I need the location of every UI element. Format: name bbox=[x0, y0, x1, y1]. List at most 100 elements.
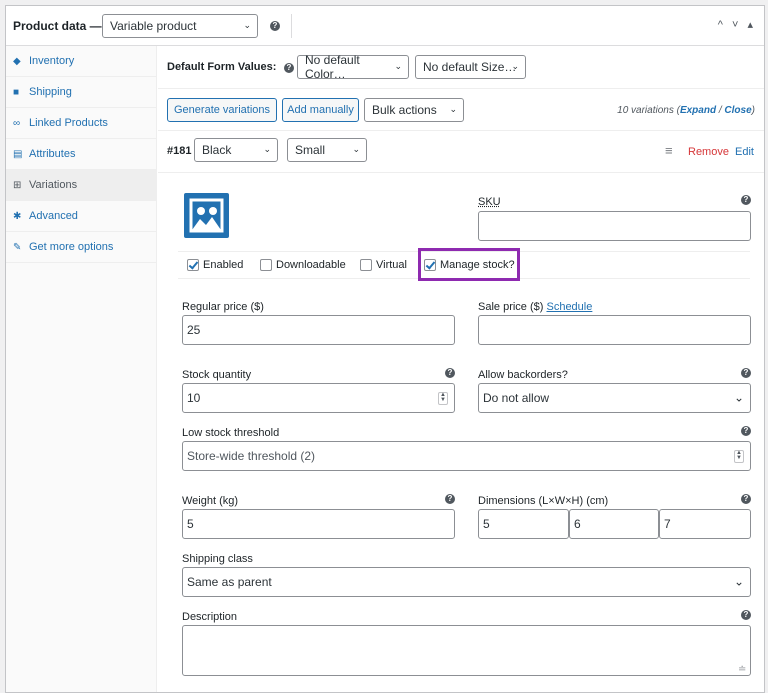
virtual-label: Virtual bbox=[376, 259, 407, 271]
sidebar-item-attributes[interactable]: ▤ Attributes bbox=[6, 139, 156, 170]
variation-color-value: Black bbox=[202, 143, 232, 157]
description-textarea[interactable] bbox=[182, 625, 751, 676]
help-icon[interactable]: ? bbox=[284, 63, 294, 73]
close-link[interactable]: Close bbox=[724, 105, 751, 116]
variation-size-value: Small bbox=[295, 143, 326, 157]
backorders-value: Do not allow bbox=[483, 391, 550, 405]
panel-title: Product data — bbox=[13, 19, 102, 33]
sidebar-item-label: Get more options bbox=[29, 241, 114, 253]
sidebar-item-inventory[interactable]: ◆ Inventory bbox=[6, 46, 156, 77]
sidebar-item-label: Variations bbox=[29, 179, 78, 191]
resize-handle-icon[interactable]: ≐ bbox=[738, 664, 746, 675]
list-icon: ▤ bbox=[13, 148, 23, 160]
count-end: ) bbox=[751, 105, 755, 116]
stepper-icon[interactable]: ▲ ▼ bbox=[438, 392, 448, 405]
sku-input[interactable] bbox=[478, 211, 751, 241]
default-form-values-row: Default Form Values: ? No default Color…… bbox=[158, 46, 764, 89]
chevron-down-icon: ⌄ bbox=[733, 574, 744, 589]
sale-price-input[interactable] bbox=[478, 315, 751, 345]
default-form-values-label: Default Form Values: bbox=[167, 61, 277, 73]
product-data-header: Product data — Variable product ⌄ ? ^ ˅ … bbox=[6, 6, 764, 46]
sidebar-item-label: Attributes bbox=[29, 148, 76, 160]
variation-count-text: 10 variations ( bbox=[617, 105, 680, 116]
plugin-icon: ✎ bbox=[13, 241, 22, 253]
downloadable-checkbox[interactable]: Downloadable bbox=[260, 259, 346, 271]
panel-move-arrows-icon[interactable]: ^ ˅ ▴ bbox=[718, 18, 756, 31]
chevron-down-icon: ⌄ bbox=[243, 19, 251, 30]
variation-id: #181 bbox=[167, 145, 192, 157]
bulk-actions-select[interactable]: Bulk actions ⌄ bbox=[364, 98, 464, 122]
dimensions-label: Dimensions (L×W×H) (cm) bbox=[478, 495, 609, 507]
sidebar-item-linked-products[interactable]: ∞ Linked Products bbox=[6, 108, 156, 139]
gear-icon: ✱ bbox=[13, 210, 22, 222]
help-icon[interactable]: ? bbox=[741, 494, 751, 504]
default-size-value: No default Size… bbox=[423, 60, 517, 74]
generate-variations-button[interactable]: Generate variations bbox=[167, 98, 277, 122]
checkbox-unchecked bbox=[260, 259, 272, 271]
sku-label: SKU bbox=[478, 196, 501, 208]
enabled-label: Enabled bbox=[203, 259, 244, 271]
sidebar-item-label: Inventory bbox=[29, 55, 75, 67]
remove-link[interactable]: Remove bbox=[688, 146, 729, 158]
backorders-select[interactable]: Do not allow ⌄ bbox=[478, 383, 751, 413]
sidebar-item-label: Linked Products bbox=[29, 117, 108, 129]
low-stock-input[interactable]: Store-wide threshold (2) ▲ ▼ bbox=[182, 441, 751, 471]
variation-image-upload[interactable] bbox=[184, 193, 229, 238]
checkbox-checked bbox=[187, 259, 199, 271]
sidebar-item-shipping[interactable]: ■ Shipping bbox=[6, 77, 156, 108]
help-icon[interactable]: ? bbox=[445, 494, 455, 504]
length-input[interactable]: 5 bbox=[478, 509, 569, 539]
virtual-checkbox[interactable]: Virtual bbox=[360, 259, 407, 271]
help-icon[interactable]: ? bbox=[741, 368, 751, 378]
sidebar-item-advanced[interactable]: ✱ Advanced bbox=[6, 201, 156, 232]
stepper-icon[interactable]: ▲ ▼ bbox=[734, 450, 744, 463]
variation-size-select[interactable]: Small ⌄ bbox=[287, 138, 367, 162]
width-input[interactable]: 6 bbox=[569, 509, 659, 539]
variation-color-select[interactable]: Black ⌄ bbox=[194, 138, 278, 162]
stock-quantity-input[interactable]: 10 ▲ ▼ bbox=[182, 383, 455, 413]
help-icon[interactable]: ? bbox=[741, 195, 751, 205]
regular-price-input[interactable]: 25 bbox=[182, 315, 455, 345]
sidebar-item-variations[interactable]: ⊞ Variations bbox=[6, 170, 156, 201]
weight-input[interactable]: 5 bbox=[182, 509, 455, 539]
stock-quantity-label: Stock quantity bbox=[182, 369, 252, 381]
bulk-actions-value: Bulk actions bbox=[372, 103, 437, 117]
product-type-select[interactable]: Variable product ⌄ bbox=[102, 14, 258, 38]
link-icon: ∞ bbox=[13, 117, 21, 129]
variations-toolbar: Generate variations Add manually Bulk ac… bbox=[158, 89, 764, 131]
variation-count: 10 variations (Expand / Close) bbox=[617, 105, 755, 116]
chevron-down-icon: ⌄ bbox=[352, 143, 360, 154]
expand-link[interactable]: Expand bbox=[680, 105, 716, 116]
help-icon[interactable]: ? bbox=[741, 426, 751, 436]
stock-quantity-value: 10 bbox=[187, 391, 201, 405]
enabled-checkbox[interactable]: Enabled bbox=[187, 259, 243, 271]
grid-icon: ⊞ bbox=[13, 179, 22, 191]
product-type-value: Variable product bbox=[110, 19, 197, 33]
shipping-class-select[interactable]: Same as parent ⌄ bbox=[182, 567, 751, 597]
help-icon[interactable]: ? bbox=[270, 21, 280, 31]
backorders-label: Allow backorders? bbox=[478, 369, 568, 381]
add-manually-button[interactable]: Add manually bbox=[282, 98, 359, 122]
product-data-panel: Product data — Variable product ⌄ ? ^ ˅ … bbox=[5, 5, 765, 693]
shipping-class-value: Same as parent bbox=[187, 575, 272, 589]
sale-price-label: Sale price ($) Schedule bbox=[478, 301, 592, 313]
product-data-tabs: ◆ Inventory ■ Shipping ∞ Linked Products… bbox=[6, 46, 157, 692]
height-input[interactable]: 7 bbox=[659, 509, 751, 539]
default-color-select[interactable]: No default Color… ⌄ bbox=[297, 53, 409, 81]
regular-price-label: Regular price ($) bbox=[182, 301, 264, 313]
schedule-link[interactable]: Schedule bbox=[546, 301, 592, 313]
checkbox-unchecked bbox=[360, 259, 372, 271]
sidebar-item-label: Shipping bbox=[29, 86, 72, 98]
weight-label: Weight (kg) bbox=[182, 495, 239, 507]
default-size-select[interactable]: No default Size… ⌄ bbox=[415, 55, 526, 79]
sidebar-item-get-more-options[interactable]: ✎ Get more options bbox=[6, 232, 156, 263]
manage-stock-highlight bbox=[418, 248, 520, 281]
tag-icon: ◆ bbox=[13, 55, 21, 67]
help-icon[interactable]: ? bbox=[445, 368, 455, 378]
default-color-value: No default Color… bbox=[305, 53, 360, 81]
sidebar-item-label: Advanced bbox=[29, 210, 78, 222]
help-icon[interactable]: ? bbox=[741, 610, 751, 620]
drag-handle-icon[interactable]: ≡ bbox=[665, 143, 673, 158]
edit-link[interactable]: Edit bbox=[735, 146, 754, 158]
low-stock-label: Low stock threshold bbox=[182, 427, 280, 439]
